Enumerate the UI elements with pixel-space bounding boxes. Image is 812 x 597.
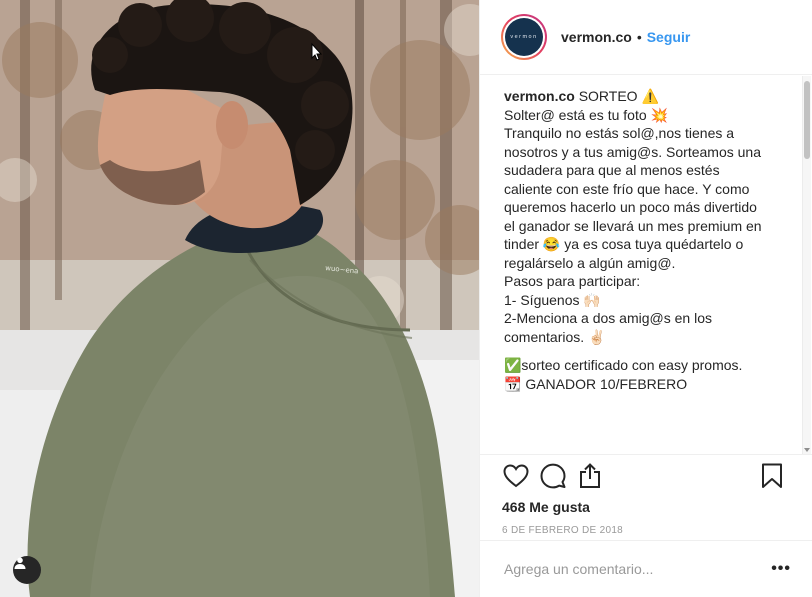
caption-area[interactable]: vermon.co SORTEO ⚠️ Solter@ está es tu f… [480,76,812,454]
more-options-icon[interactable]: ••• [771,560,791,578]
avatar-logo: vermon [505,18,543,56]
save-button[interactable] [758,462,786,490]
share-button[interactable] [576,462,604,490]
caption-line: tinder 😂 ya es cosa tuya quédartelo o [504,236,744,252]
caption-line: Tranquilo no estás sol@,nos tienes a [504,125,735,141]
post-date[interactable]: 6 DE FEBRERO DE 2018 [502,525,793,536]
comment-icon [540,463,566,489]
post-caption: vermon.co SORTEO ⚠️ Solter@ está es tu f… [504,87,793,393]
caption-line: Pasos para participar: [504,273,641,289]
scroll-down-arrow-icon[interactable] [804,448,810,452]
post-side-panel: vermon vermon.co • Seguir vermon.co SORT… [479,0,812,597]
post-photo[interactable]: wuo~ena [0,0,479,597]
comment-input[interactable] [504,561,772,577]
caption-line: sudadera para que al menos estés [504,162,720,178]
post-header: vermon vermon.co • Seguir [480,0,812,75]
caption-line: nosotros y a tus amig@s. Sorteamos una [504,143,761,160]
share-icon [580,463,600,488]
caption-line: queremos hacerlo un poco más divertido [504,199,757,215]
header-separator: • [636,29,642,45]
comment-bar: ••• [480,540,812,597]
caption-line: el ganador se llevará un mes premium en [504,217,762,234]
follow-button[interactable]: Seguir [647,29,691,45]
caption-line: 2-Menciona a dos amig@s en los [504,310,712,326]
caption-line: comentarios. ✌🏻 [504,328,606,345]
heart-icon [503,464,529,488]
post-username[interactable]: vermon.co [561,29,632,45]
caption-line: regalárselo a algún amig@. [504,254,676,271]
photo-illustration: wuo~ena [0,0,479,597]
user-tag-button[interactable] [13,556,41,584]
scrollbar-thumb[interactable] [804,81,810,159]
caption-line: Solter@ está es tu foto 💥 [504,106,668,123]
comment-button[interactable] [539,462,567,490]
caption-line: caliente con este frío que hace. Y como [504,180,750,197]
post-actions: 468 Me gusta 6 DE FEBRERO DE 2018 [480,454,812,540]
bookmark-icon [762,463,782,488]
action-icons-row [502,455,793,497]
avatar[interactable]: vermon [501,14,547,60]
caption-line: 1- Síguenos 🙌🏻 [504,291,601,308]
user-tag-icon [14,557,26,569]
caption-text: SORTEO ⚠️ [578,88,659,104]
caption-scrollbar[interactable] [802,76,811,454]
caption-line: ✅sorteo certificado con easy promos. [504,357,743,373]
caption-username[interactable]: vermon.co [504,88,575,104]
caption-line: 📆 GANADOR 10/FEBRERO [504,375,688,392]
likes-count[interactable]: 468 Me gusta [502,499,793,515]
caption-line: vermon.co SORTEO ⚠️ [504,87,793,106]
like-button[interactable] [502,462,530,490]
